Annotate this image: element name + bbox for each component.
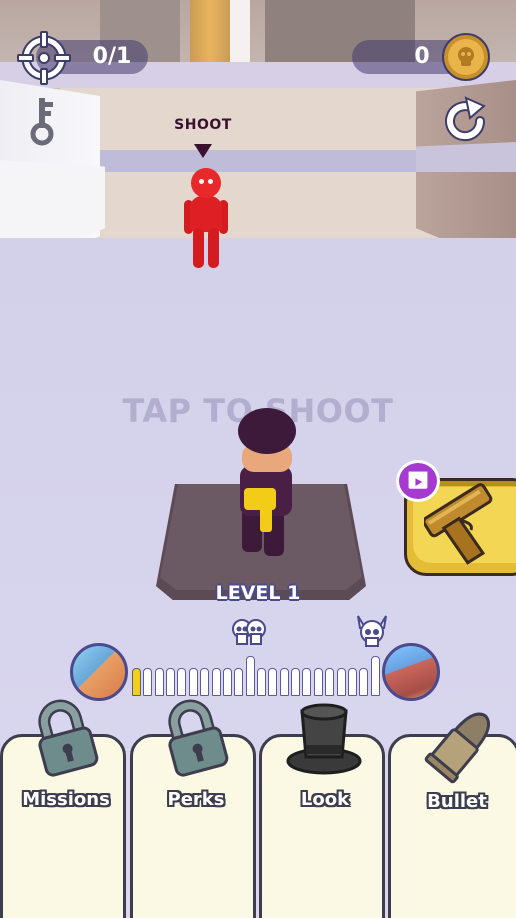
enemy-eye (199, 179, 204, 184)
progress-bullet (234, 668, 244, 696)
enemy-character[interactable] (184, 168, 228, 268)
target-count: 0/1 (92, 44, 132, 69)
enemy-head (191, 168, 221, 198)
skulls-icon (232, 619, 266, 645)
player-hat (238, 408, 296, 454)
enemy-shoot-label: SHOOT (174, 117, 232, 133)
progress-bullet (325, 668, 335, 696)
padlock-icon (38, 699, 99, 777)
video-ad-icon (396, 460, 440, 502)
coin-icon (442, 33, 490, 81)
progress-bullet (347, 668, 357, 696)
right-wall-band (416, 142, 516, 172)
progress-bullet (291, 668, 301, 696)
current-stage-thumbnail (70, 643, 128, 701)
key-icon[interactable] (28, 96, 56, 146)
tab-look[interactable]: Look (259, 703, 385, 918)
progress-bullet (222, 668, 232, 696)
progress-bullet (211, 668, 221, 696)
progress-bullet (313, 668, 323, 696)
doorway-light (230, 0, 250, 62)
tab-bullet[interactable]: Bullet (388, 712, 516, 918)
level-progress-bullets (132, 650, 382, 696)
progress-bullet (257, 668, 266, 696)
tab-perks-label: Perks (167, 789, 225, 810)
tab-perks[interactable]: Perks (130, 699, 256, 918)
pillar (190, 0, 230, 62)
tab-bullet-label: Bullet (427, 791, 487, 812)
progress-bullet (336, 668, 346, 696)
progress-bullet (359, 668, 369, 696)
enemy-eye (208, 179, 213, 184)
progress-bullet (279, 668, 289, 696)
level-label: LEVEL 1 (215, 582, 301, 604)
tab-missions-label: Missions (22, 789, 110, 810)
player-character (232, 408, 302, 558)
crosshair-icon (17, 31, 71, 85)
progress-bullet (302, 668, 312, 696)
boss-skull-icon (357, 615, 387, 647)
enemy-marker-icon (194, 144, 212, 158)
progress-bullet (166, 668, 176, 696)
progress-bullet (154, 668, 164, 696)
tab-missions[interactable]: Missions (0, 699, 126, 918)
progress-bullet (143, 668, 153, 696)
player-gun-grip (260, 504, 272, 532)
enemy-leg (208, 228, 219, 268)
next-stage-thumbnail (382, 643, 440, 701)
progress-bullet (200, 668, 210, 696)
enemy-leg (193, 228, 204, 268)
progress-bullet (268, 668, 278, 696)
progress-bullet (188, 668, 198, 696)
enemy-body (190, 196, 222, 232)
progress-bullet (177, 668, 187, 696)
restart-icon[interactable] (440, 96, 490, 146)
progress-bullet (370, 656, 380, 696)
tab-look-label: Look (300, 789, 350, 810)
top-hat-icon (286, 703, 362, 775)
bullet-icon (424, 712, 490, 784)
progress-bullet (132, 668, 141, 696)
progress-bullet (245, 656, 255, 696)
padlock-icon (168, 699, 229, 777)
